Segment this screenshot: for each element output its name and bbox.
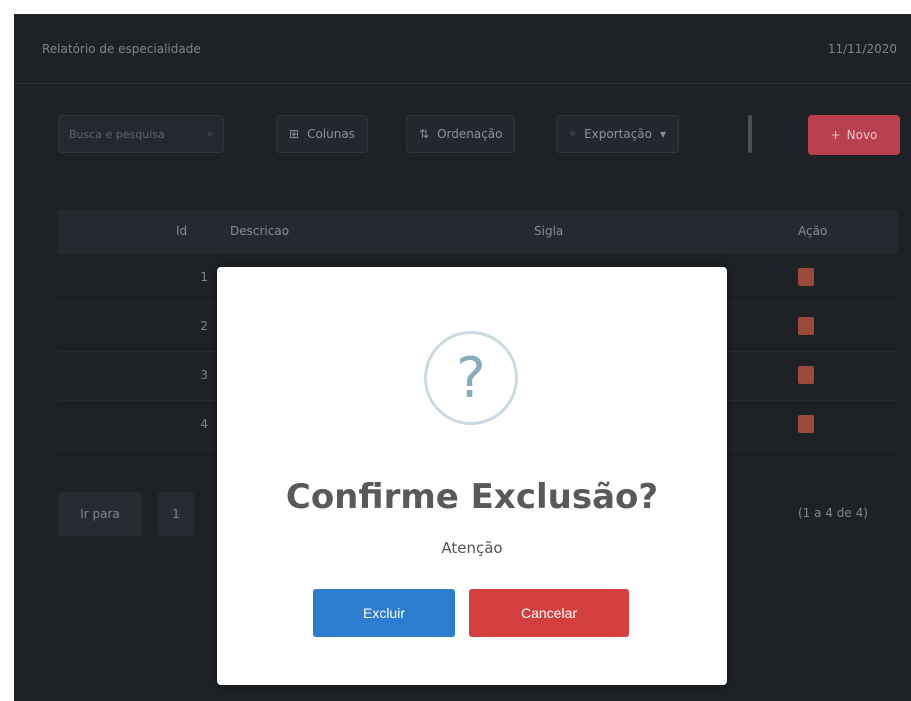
columns-button[interactable]: ⊞ Colunas [276, 115, 368, 153]
goto-label: Ir para [80, 507, 120, 521]
column-header-id[interactable]: Id [176, 224, 187, 238]
delete-icon[interactable] [798, 415, 814, 433]
search-placeholder: Busca e pesquisa [69, 127, 165, 141]
page-title: Relatório de especialidade [42, 41, 201, 56]
goto-page-button[interactable]: Ir para [58, 492, 142, 536]
delete-icon[interactable] [798, 268, 814, 286]
question-icon: ? [424, 331, 518, 425]
export-button[interactable]: ◦ Exportação ▾ [556, 115, 680, 153]
table-header: Id Descricao Sigla Ação [58, 210, 898, 254]
toolbar: Busca e pesquisa ⌕ ⊞ Colunas ⇅ Ordenação… [58, 109, 900, 163]
row-id: 1 [200, 270, 208, 284]
new-button[interactable]: + Novo [808, 115, 900, 155]
export-label: Exportação [584, 127, 653, 141]
cancel-button[interactable]: Cancelar [469, 589, 629, 637]
export-icon: ◦ [569, 127, 577, 141]
question-mark: ? [456, 345, 486, 411]
column-header-acao: Ação [798, 224, 828, 238]
sort-label: Ordenação [437, 127, 503, 141]
delete-icon[interactable] [798, 317, 814, 335]
header-bar: Relatório de especialidade 11/11/2020 [14, 14, 911, 84]
new-label: Novo [846, 128, 878, 142]
dialog-text: Atenção [441, 539, 503, 557]
row-id: 2 [200, 319, 208, 333]
search-icon: ⌕ [206, 127, 213, 140]
sort-button[interactable]: ⇅ Ordenação [406, 115, 516, 153]
confirm-dialog: ? Confirme Exclusão? Atenção Excluir Can… [217, 267, 727, 685]
plus-icon: + [830, 128, 841, 142]
row-id: 3 [200, 368, 208, 382]
page-button[interactable]: 1 [158, 492, 194, 536]
header-date: 11/11/2020 [827, 41, 897, 56]
sort-icon: ⇅ [419, 127, 430, 141]
columns-icon: ⊞ [289, 127, 300, 141]
search-input[interactable]: Busca e pesquisa ⌕ [58, 115, 224, 153]
page-number: 1 [172, 507, 180, 521]
column-header-sigla[interactable]: Sigla [534, 224, 563, 238]
row-id: 4 [200, 417, 208, 431]
chevron-down-icon: ▾ [660, 127, 667, 141]
column-header-descricao[interactable]: Descricao [230, 224, 289, 238]
dialog-title: Confirme Exclusão? [285, 477, 659, 517]
confirm-delete-button[interactable]: Excluir [313, 589, 455, 637]
page-info: (1 a 4 de 4) [798, 506, 868, 520]
columns-label: Colunas [307, 127, 355, 141]
delete-icon[interactable] [798, 366, 814, 384]
toolbar-divider [748, 115, 752, 153]
